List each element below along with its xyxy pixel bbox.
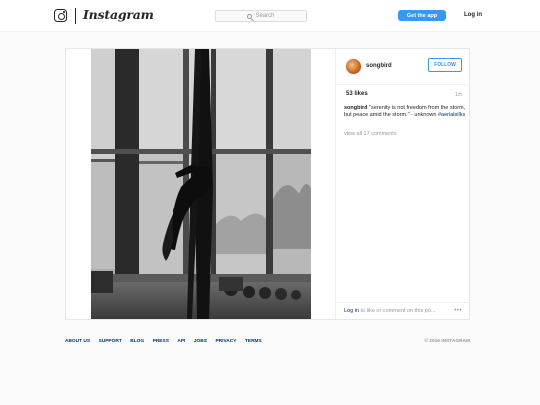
more-options-icon[interactable]: •••: [454, 308, 462, 314]
footer-link-privacy[interactable]: PRIVACY: [215, 339, 236, 344]
post-sidebar: songbird FOLLOW 53 likes 1m songbird "se…: [335, 49, 470, 319]
footer-link-api[interactable]: API: [177, 339, 185, 344]
login-link[interactable]: Log in: [464, 12, 482, 18]
post-username[interactable]: songbird: [366, 63, 392, 69]
avatar[interactable]: [345, 58, 362, 75]
search-icon: [247, 13, 253, 19]
comment-login-link[interactable]: Log in: [344, 308, 359, 314]
copyright-text: © 2016 INSTAGRAM: [424, 339, 470, 344]
post-media: [66, 49, 335, 319]
instagram-camera-icon[interactable]: [54, 9, 67, 22]
page-footer: ABOUT US SUPPORT BLOG PRESS API JOBS PRI…: [65, 339, 470, 349]
instagram-wordmark[interactable]: Instagram: [83, 7, 154, 22]
aerial-silks-photo[interactable]: [91, 49, 311, 319]
likes-row: 53 likes 1m: [346, 91, 462, 101]
footer-link-about-us[interactable]: ABOUT US: [65, 339, 90, 344]
search-placeholder: Search: [255, 13, 275, 19]
footer-link-press[interactable]: PRESS: [153, 339, 169, 344]
likes-count[interactable]: 53 likes: [346, 91, 368, 97]
comment-prompt-text: to like or comment on this po...: [359, 308, 436, 314]
post-caption: songbird "serenity is not freedom from t…: [344, 105, 466, 119]
post-card: songbird FOLLOW 53 likes 1m songbird "se…: [65, 48, 470, 320]
footer-link-support[interactable]: SUPPORT: [99, 339, 122, 344]
post-header: songbird FOLLOW: [336, 49, 470, 85]
footer-link-jobs[interactable]: JOBS: [194, 339, 207, 344]
caption-hashtag[interactable]: #aerialsilks: [438, 112, 465, 118]
caption-username[interactable]: songbird: [344, 105, 368, 111]
comment-bar: Log in to like or comment on this po... …: [336, 302, 470, 319]
footer-links: ABOUT US SUPPORT BLOG PRESS API JOBS PRI…: [65, 339, 270, 344]
view-all-comments-link[interactable]: view all 17 comments: [344, 131, 397, 137]
follow-button[interactable]: FOLLOW: [428, 58, 462, 72]
get-the-app-button[interactable]: Get the app: [398, 10, 446, 21]
post-timestamp[interactable]: 1m: [455, 92, 462, 98]
footer-link-blog[interactable]: BLOG: [130, 339, 144, 344]
comment-prompt: Log in to like or comment on this po...: [344, 308, 435, 314]
footer-link-terms[interactable]: TERMS: [245, 339, 262, 344]
search-input[interactable]: Search: [215, 10, 307, 22]
top-nav-bar: Instagram Search Get the app Log in: [0, 0, 540, 32]
logo-divider: [75, 8, 76, 24]
